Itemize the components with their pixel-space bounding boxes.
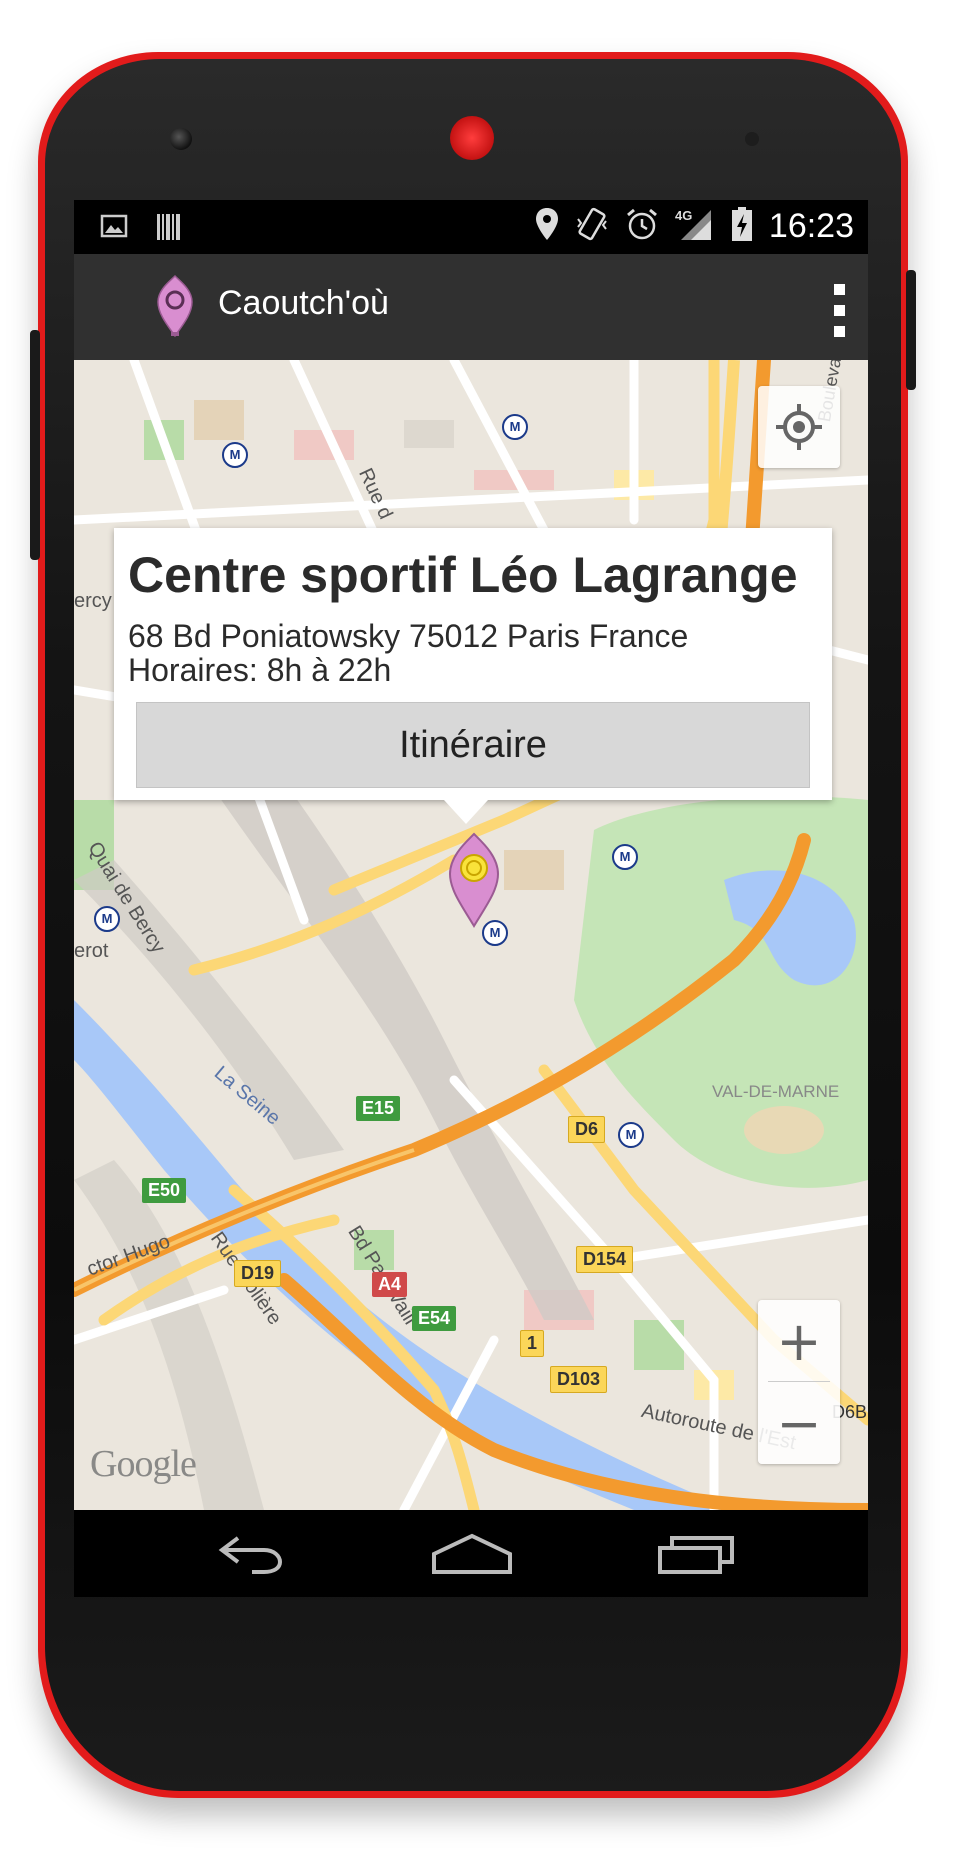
app-title: Caoutch'où: [218, 284, 389, 322]
itinerary-button[interactable]: Itinéraire: [136, 702, 810, 788]
map-label: ercy: [74, 590, 112, 612]
screen: 4G 16:23 Caoutch'où Rue d ercy Quai de B…: [74, 200, 868, 1597]
metro-icon: M: [612, 844, 638, 870]
metro-icon: M: [94, 906, 120, 932]
road-shield-e15: E15: [356, 1096, 401, 1121]
vibrate-icon: [575, 207, 609, 246]
pink-map-pin-icon: [448, 832, 500, 928]
alarm-icon: [625, 207, 659, 246]
front-camera: [170, 128, 192, 150]
metro-icon: M: [502, 414, 528, 440]
road-shield-d19: D19: [234, 1260, 282, 1287]
info-window: Centre sportif Léo Lagrange 68 Bd Poniat…: [114, 528, 832, 800]
back-icon[interactable]: [208, 1532, 288, 1581]
road-shield-d154: D154: [576, 1246, 634, 1273]
location-icon: [535, 207, 559, 246]
earpiece-speaker: [450, 116, 494, 160]
metro-icon: M: [618, 1122, 644, 1148]
image-icon: [100, 212, 128, 247]
zoom-out-button[interactable]: −: [758, 1382, 840, 1464]
metro-icon: M: [222, 442, 248, 468]
place-address: 68 Bd Poniatowsky 75012 Paris France: [128, 618, 689, 654]
map-label: VAL-DE-MARNE: [712, 1082, 840, 1101]
navigation-bar: [74, 1510, 868, 1597]
map-label: erot: [74, 940, 109, 962]
road-shield-e54: E54: [412, 1306, 457, 1331]
road-shield-1: 1: [520, 1330, 545, 1357]
place-title: Centre sportif Léo Lagrange: [128, 547, 798, 603]
status-time: 16:23: [768, 207, 854, 245]
my-location-button[interactable]: [758, 386, 840, 468]
volume-button: [30, 330, 40, 560]
place-hours: Horaires: 8h à 22h: [128, 652, 392, 688]
zoom-in-button[interactable]: +: [758, 1300, 840, 1382]
status-bar: 4G 16:23: [74, 200, 868, 254]
battery-charging-icon: [731, 206, 753, 247]
google-logo: Google: [90, 1443, 197, 1485]
crosshair-icon: [776, 404, 822, 450]
barcode-icon: [156, 212, 182, 247]
power-button: [906, 270, 916, 390]
action-bar: Caoutch'où: [74, 254, 868, 360]
home-icon[interactable]: [430, 1532, 514, 1581]
info-window-pointer: [444, 800, 488, 824]
recent-apps-icon[interactable]: [656, 1532, 736, 1581]
zoom-controls: + −: [758, 1300, 840, 1464]
road-shield-d103: D103: [550, 1366, 608, 1393]
proximity-sensor: [745, 132, 759, 146]
pink-map-pin-icon[interactable]: [154, 274, 196, 343]
road-shield-a4: A4: [372, 1272, 408, 1297]
overflow-menu-icon[interactable]: [832, 284, 846, 337]
svg-text:4G: 4G: [675, 208, 692, 223]
map-view[interactable]: Boulevard Périphérique Rue d ercy Quai d…: [74, 360, 868, 1510]
signal-4g-icon: 4G: [675, 206, 715, 247]
road-shield-e50: E50: [142, 1178, 187, 1203]
road-shield-d6: D6: [568, 1116, 606, 1143]
